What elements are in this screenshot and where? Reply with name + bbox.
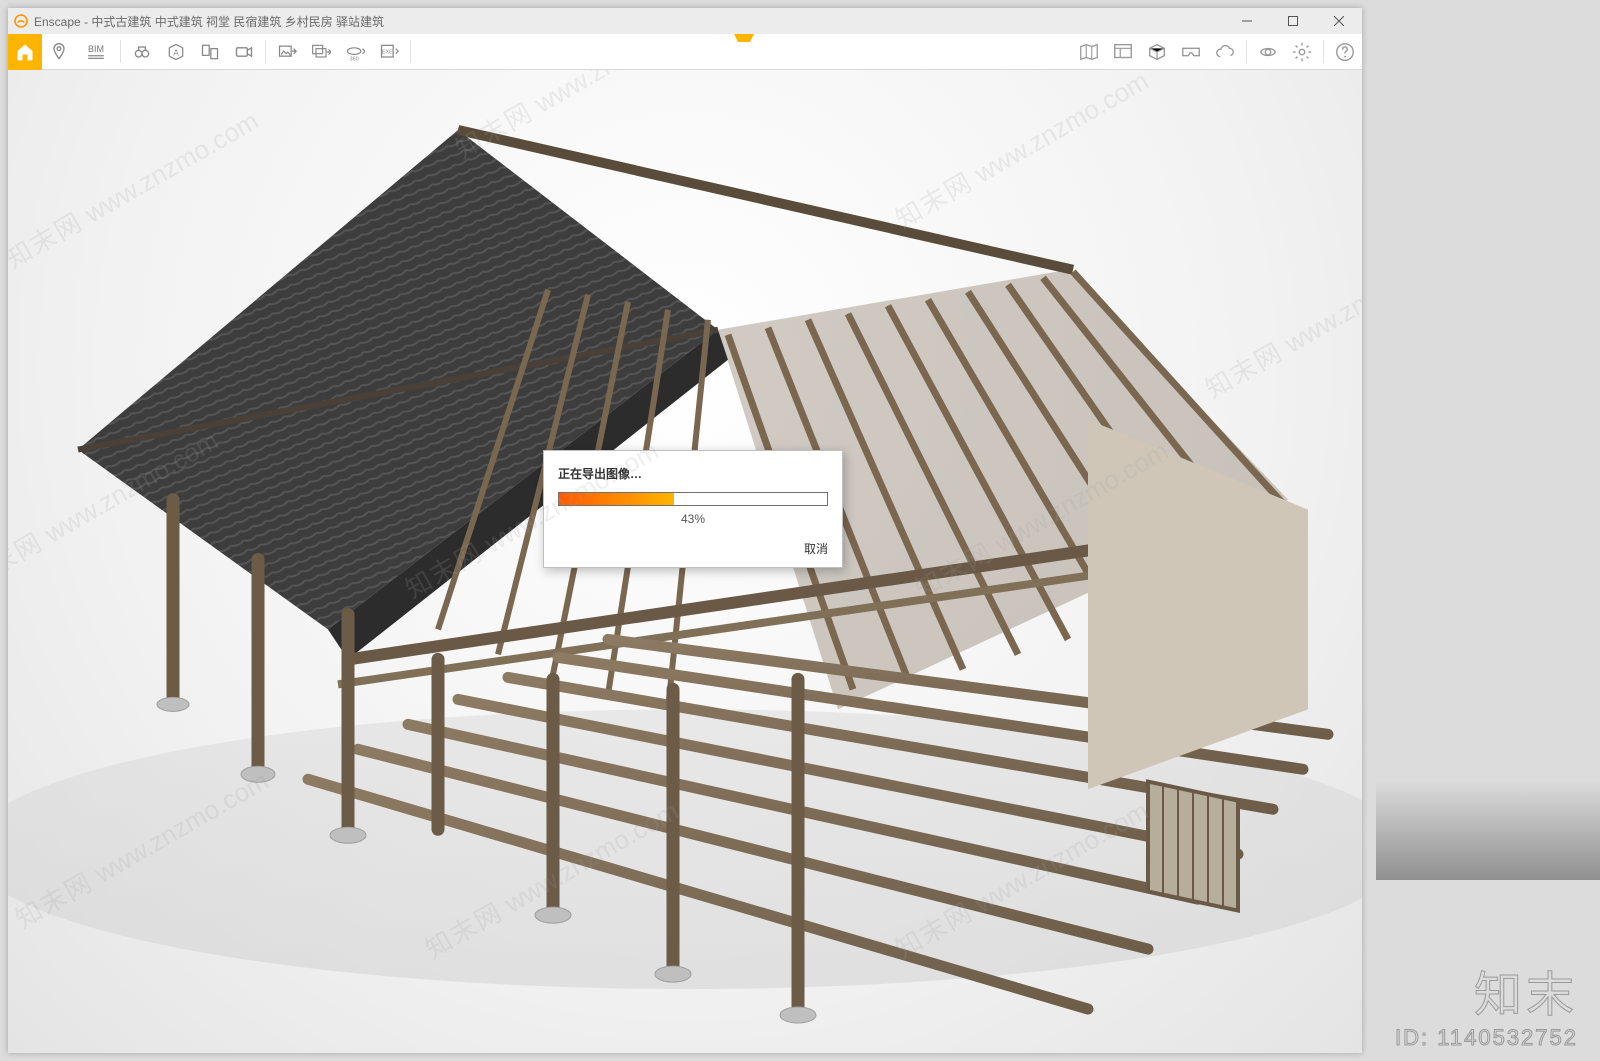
- app-window: Enscape - 中式古建筑 中式建筑 祠堂 民宿建筑 乡村民房 驿站建筑: [8, 8, 1362, 1053]
- binoculars-button[interactable]: [125, 34, 159, 70]
- cancel-button[interactable]: 取消: [804, 542, 828, 556]
- titlebar: Enscape - 中式古建筑 中式建筑 祠堂 民宿建筑 乡村民房 驿站建筑: [8, 8, 1362, 34]
- bim-mode-button[interactable]: BIM: [76, 34, 116, 70]
- export-progress-dialog: 正在导出图像… 43% 取消: [543, 450, 843, 568]
- home-button[interactable]: [8, 34, 42, 70]
- export-batch-button[interactable]: [304, 34, 338, 70]
- bim-label: BIM: [88, 44, 104, 54]
- svg-text:EXE: EXE: [382, 50, 393, 56]
- background-sliver: [1376, 780, 1600, 880]
- asset-library-button[interactable]: [1106, 34, 1140, 70]
- annotation-a-button[interactable]: A: [159, 34, 193, 70]
- window-close-button[interactable]: [1316, 8, 1362, 34]
- progress-bar: [558, 492, 828, 506]
- views-button[interactable]: [193, 34, 227, 70]
- app-logo-icon: [8, 8, 34, 34]
- progress-bar-fill: [559, 493, 674, 505]
- cloud-button[interactable]: [1208, 34, 1242, 70]
- render-viewport[interactable]: 正在导出图像… 43% 取消 知末网 www.znzmo.com 知末网 www…: [8, 70, 1362, 1053]
- center-tab-marker-icon: [734, 34, 754, 42]
- export-exe-button[interactable]: EXE: [372, 34, 406, 70]
- settings-button[interactable]: [1285, 34, 1319, 70]
- toolbar: BIM A: [8, 34, 1362, 70]
- window-maximize-button[interactable]: [1270, 8, 1316, 34]
- map-button[interactable]: [1072, 34, 1106, 70]
- svg-text:A: A: [173, 47, 179, 57]
- video-button[interactable]: [227, 34, 261, 70]
- vr-headset-button[interactable]: [1174, 34, 1208, 70]
- dialog-title: 正在导出图像…: [558, 465, 828, 482]
- window-minimize-button[interactable]: [1224, 8, 1270, 34]
- watermark-id-text: ID: 1140532752: [1395, 1025, 1578, 1051]
- panorama-360-button[interactable]: 360: [338, 34, 372, 70]
- location-pin-button[interactable]: [42, 34, 76, 70]
- export-image-button[interactable]: [270, 34, 304, 70]
- svg-text:360: 360: [350, 56, 359, 62]
- help-button[interactable]: [1328, 34, 1362, 70]
- watermark-bottom: 知末 ID: 1140532752: [1395, 955, 1578, 1051]
- visual-preset-button[interactable]: [1251, 34, 1285, 70]
- progress-percent-label: 43%: [558, 512, 828, 526]
- cube-button[interactable]: [1140, 34, 1174, 70]
- window-title: Enscape - 中式古建筑 中式建筑 祠堂 民宿建筑 乡村民房 驿站建筑: [34, 13, 384, 30]
- watermark-logo-text: 知末: [1395, 955, 1578, 1025]
